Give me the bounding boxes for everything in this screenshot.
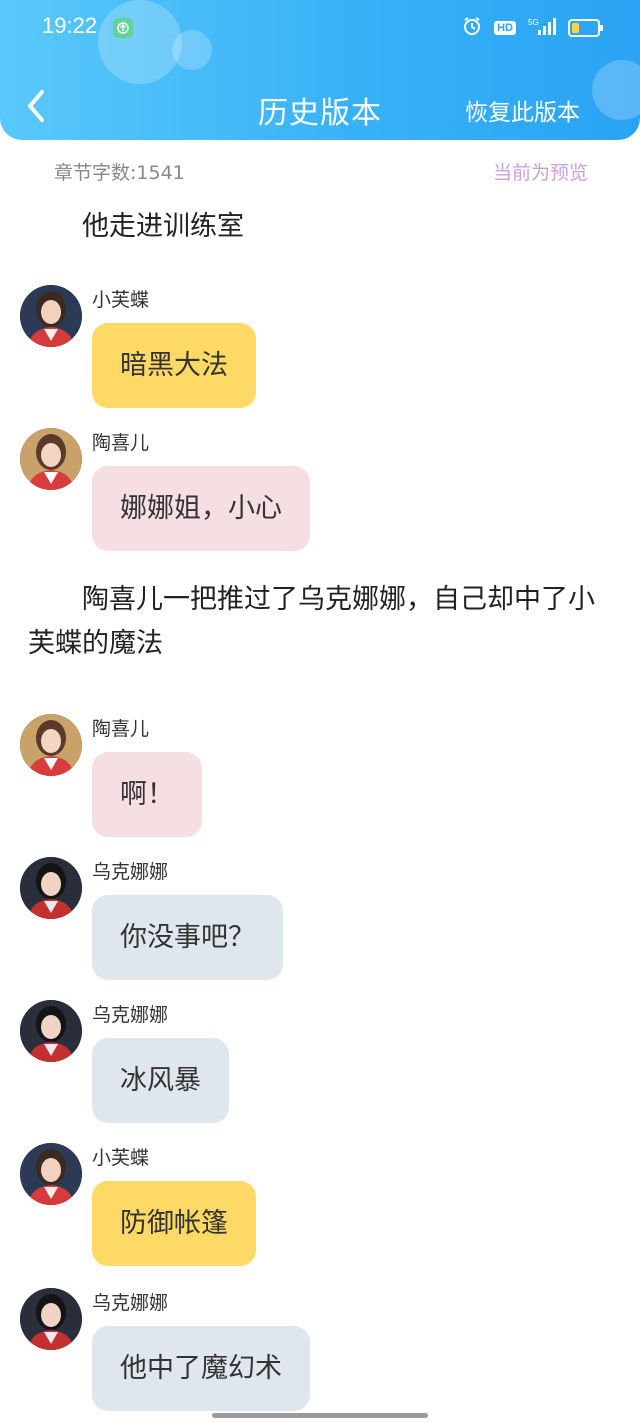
- status-bar: 19:22 HD 5G: [0, 0, 640, 56]
- chat-message: 陶喜儿啊！: [18, 714, 618, 844]
- restore-version-button[interactable]: 恢复此版本: [465, 93, 580, 127]
- chat-message: 乌克娜娜他中了魔幻术: [18, 1288, 618, 1418]
- avatar[interactable]: [20, 1288, 82, 1350]
- header-bar: 19:22 HD 5G 历史版本 恢复此版本: [0, 0, 640, 140]
- status-icons: HD 5G: [462, 16, 603, 40]
- alarm-icon: [462, 16, 482, 40]
- app-notification-icon: [113, 18, 133, 38]
- speech-bubble: 冰风暴: [92, 1038, 229, 1123]
- speech-bubble: 防御帐篷: [92, 1181, 256, 1266]
- avatar[interactable]: [20, 1000, 82, 1062]
- avatar[interactable]: [20, 285, 82, 347]
- chat-message: 陶喜儿娜娜姐，小心: [18, 428, 618, 558]
- speaker-name: 乌克娜娜: [92, 861, 169, 883]
- avatar[interactable]: [20, 1143, 82, 1205]
- battery-icon: [568, 19, 603, 37]
- speech-bubble: 暗黑大法: [92, 323, 256, 408]
- chat-message: 乌克娜娜你没事吧？: [18, 857, 618, 987]
- signal-icon: 5G: [528, 16, 556, 40]
- chat-message: 小芙蝶 防御帐篷: [18, 1143, 618, 1273]
- chat-message: 乌克娜娜 冰风暴: [18, 1000, 618, 1130]
- speech-bubble: 他中了魔幻术: [92, 1326, 310, 1411]
- speaker-name: 小芙蝶: [92, 289, 150, 311]
- word-count: 章节字数:1541: [54, 162, 185, 184]
- speaker-name: 陶喜儿: [92, 718, 150, 740]
- speech-bubble: 你没事吧？: [92, 895, 283, 980]
- status-time: 19:22: [42, 13, 98, 38]
- speaker-name: 乌克娜娜: [92, 1292, 169, 1314]
- speaker-name: 小芙蝶: [92, 1147, 150, 1169]
- speech-bubble: 啊！: [92, 752, 202, 837]
- speaker-name: 陶喜儿: [92, 432, 150, 454]
- speaker-name: 乌克娜娜: [92, 1004, 169, 1026]
- avatar[interactable]: [20, 714, 82, 776]
- avatar[interactable]: [20, 857, 82, 919]
- speech-bubble: 娜娜姐，小心: [92, 466, 310, 551]
- battery-level: [572, 23, 580, 33]
- chat-message: 小芙蝶 暗黑大法: [18, 285, 618, 415]
- hd-badge: HD: [494, 21, 516, 35]
- narration-text: 陶喜儿一把推过了乌克娜娜，自己却中了小芙蝶的魔法: [28, 584, 595, 659]
- preview-status: 当前为预览: [492, 162, 588, 184]
- network-label: 5G: [528, 18, 539, 27]
- narration-text: 他走进训练室: [28, 211, 244, 242]
- avatar[interactable]: [20, 428, 82, 490]
- home-indicator[interactable]: [212, 1413, 428, 1418]
